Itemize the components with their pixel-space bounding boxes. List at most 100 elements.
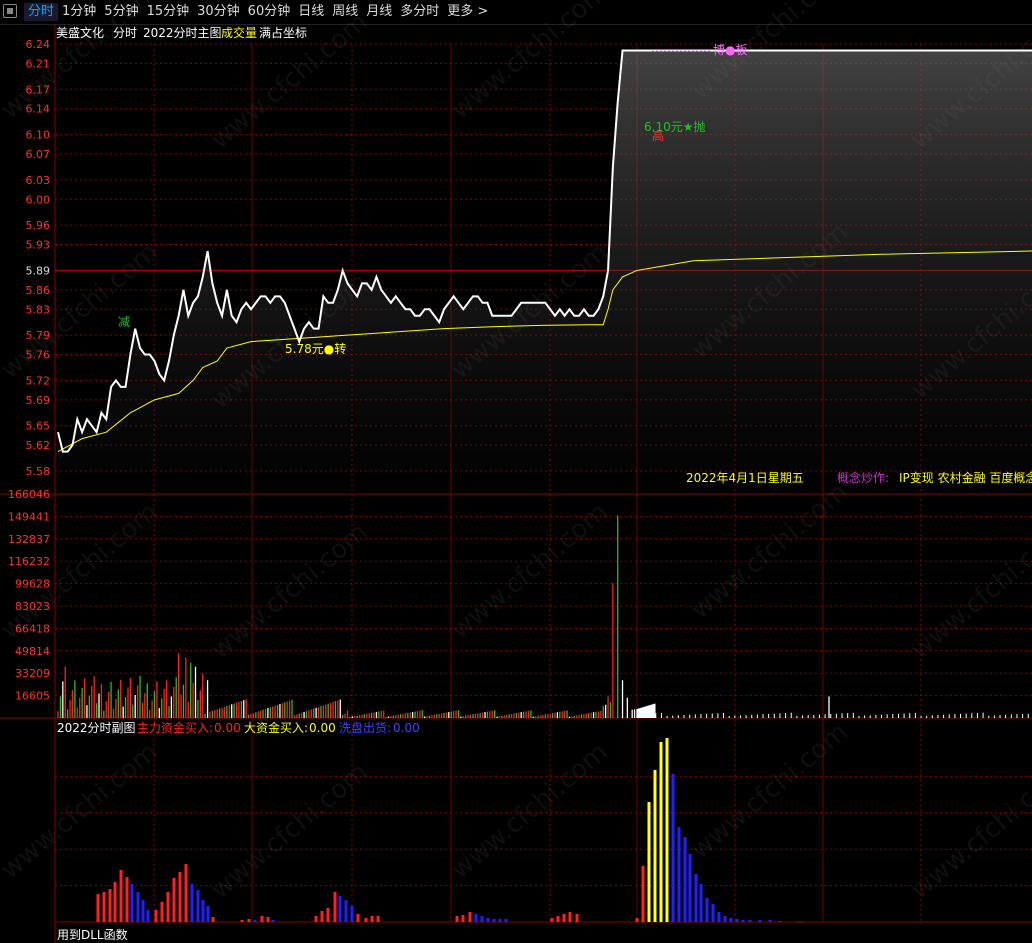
price-tick-label: 5.96 bbox=[26, 219, 51, 232]
price-tick-label: 6.03 bbox=[26, 174, 51, 187]
fund-flow-bar bbox=[102, 892, 106, 922]
volume-tick-label: 116232 bbox=[8, 555, 50, 568]
sub-panel-title: 2022分时副图 bbox=[57, 721, 136, 735]
fund-flow-bar bbox=[364, 918, 368, 922]
price-tick-label: 5.58 bbox=[26, 465, 51, 478]
fund-flow-bar bbox=[468, 912, 472, 922]
fund-flow-bar bbox=[735, 919, 739, 922]
fund-flow-bar bbox=[665, 738, 669, 922]
watermark-text: www.cfchi.com bbox=[445, 497, 614, 645]
price-tick-label: 6.07 bbox=[26, 148, 51, 161]
watermark-text: www.cfchi.com bbox=[685, 477, 854, 625]
fund-flow-bar bbox=[125, 877, 129, 922]
fund-flow-bar bbox=[474, 914, 478, 922]
price-tick-label: 5.86 bbox=[26, 284, 51, 297]
footer-label: 用到DLL函数 bbox=[57, 927, 128, 942]
wash-value: 0.00 bbox=[393, 721, 420, 735]
fund-flow-bar bbox=[492, 919, 496, 922]
time-share-chart: www.cfchi.com www.cfchi.com www.cfchi.com w… bbox=[0, 0, 1032, 943]
big-buy-value: 0.00 bbox=[309, 721, 336, 735]
price-tick-label: 5.69 bbox=[26, 394, 51, 407]
fund-flow-bar bbox=[778, 921, 782, 922]
fund-flow-bar bbox=[376, 916, 380, 922]
main-buy-value: 0.00 bbox=[214, 721, 241, 735]
fund-flow-bar bbox=[768, 920, 772, 922]
fund-flow-bar bbox=[688, 854, 692, 922]
fund-flow-bar bbox=[119, 870, 123, 922]
annotation-bo: 博●板 bbox=[713, 42, 747, 57]
fund-flow-bar bbox=[486, 918, 490, 922]
price-tick-label: 6.00 bbox=[26, 193, 51, 206]
price-tick-label: 6.21 bbox=[26, 57, 51, 70]
fund-flow-bars bbox=[96, 738, 802, 922]
fund-flow-bar bbox=[141, 900, 145, 922]
fund-flow-bar bbox=[184, 864, 188, 922]
wash-label: 洗盘出货: bbox=[339, 720, 391, 735]
fund-flow-bar bbox=[253, 920, 257, 922]
fund-flow-bar bbox=[653, 770, 657, 922]
fund-flow-bar bbox=[320, 911, 324, 922]
watermark-text: www.cfchi.com bbox=[205, 757, 374, 905]
fund-flow-bar bbox=[333, 892, 337, 922]
fund-flow-bar bbox=[671, 774, 675, 922]
fund-flow-bar bbox=[146, 910, 150, 922]
fund-flow-bar bbox=[370, 916, 374, 922]
watermark-text: www.cfchi.com bbox=[905, 517, 1032, 665]
concept-label: 概念炒作: bbox=[837, 470, 889, 485]
volume-tick-label: 83023 bbox=[15, 600, 50, 613]
fund-flow-bar bbox=[758, 920, 762, 922]
fund-flow-bar bbox=[172, 878, 176, 922]
watermark-text: www.cfchi.com bbox=[445, 0, 614, 125]
fund-flow-bar bbox=[798, 921, 802, 922]
fund-flow-bar bbox=[717, 912, 721, 922]
fund-flow-bar bbox=[699, 884, 703, 922]
price-area-fill bbox=[58, 50, 1032, 471]
mode-label: 分时 bbox=[113, 26, 137, 40]
volume-tick-label: 16605 bbox=[15, 690, 50, 703]
fund-flow-bar bbox=[271, 920, 275, 922]
price-tick-label: 5.72 bbox=[26, 374, 51, 387]
fund-flow-bar bbox=[748, 920, 752, 922]
price-tick-label: 6.17 bbox=[26, 83, 51, 96]
fund-flow-bar bbox=[694, 874, 698, 922]
fund-flow-bar bbox=[260, 916, 264, 922]
fund-flow-bar bbox=[206, 906, 210, 922]
watermark-text: www.cfchi.com bbox=[0, 737, 164, 885]
price-tick-label: 5.93 bbox=[26, 239, 51, 252]
fund-flow-bar bbox=[130, 884, 134, 922]
price-tick-label: 6.14 bbox=[26, 103, 51, 116]
fund-flow-bar bbox=[113, 882, 117, 922]
watermark-text: www.cfchi.com bbox=[445, 737, 614, 885]
price-tick-label: 5.89 bbox=[26, 264, 51, 277]
fund-flow-bar bbox=[196, 890, 200, 922]
price-tick-label: 5.65 bbox=[26, 420, 51, 433]
fund-flow-bar bbox=[211, 917, 215, 922]
fund-flow-bar bbox=[338, 896, 342, 922]
fund-flow-bar bbox=[741, 920, 745, 922]
fund-flow-bar bbox=[201, 900, 205, 922]
fund-flow-bar bbox=[504, 919, 508, 922]
price-tick-label: 5.62 bbox=[26, 439, 51, 452]
indicator-label: 2022分时主图 bbox=[143, 26, 222, 40]
fund-flow-bar bbox=[108, 889, 112, 922]
fund-flow-bar bbox=[550, 918, 554, 922]
volume-tick-label: 166046 bbox=[8, 488, 50, 501]
volume-tick-label: 49814 bbox=[15, 645, 50, 658]
annotation-jian: 减 bbox=[118, 315, 130, 329]
fund-flow-bar bbox=[575, 914, 579, 922]
fund-flow-bar bbox=[190, 884, 194, 922]
fund-flow-bar bbox=[240, 920, 244, 922]
fullscale-label: 满占坐标 bbox=[259, 25, 307, 40]
watermark-text: www.cfchi.com bbox=[205, 517, 374, 665]
fund-flow-bar bbox=[677, 827, 681, 922]
fund-flow-bar bbox=[344, 900, 348, 922]
fund-flow-bar bbox=[178, 872, 182, 922]
watermark-text: www.cfchi.com bbox=[905, 757, 1032, 905]
price-tick-label: 5.76 bbox=[26, 349, 51, 362]
fund-flow-bar bbox=[568, 912, 572, 922]
fund-flow-bar bbox=[350, 906, 354, 922]
price-tick-label: 5.83 bbox=[26, 303, 51, 316]
price-axis: 6.24 6.21 6.17 6.14 6.10 6.07 6.03 6.00 5.96 5.93… bbox=[26, 38, 51, 478]
fund-flow-bar bbox=[96, 894, 100, 922]
fund-flow-bar bbox=[154, 910, 158, 922]
